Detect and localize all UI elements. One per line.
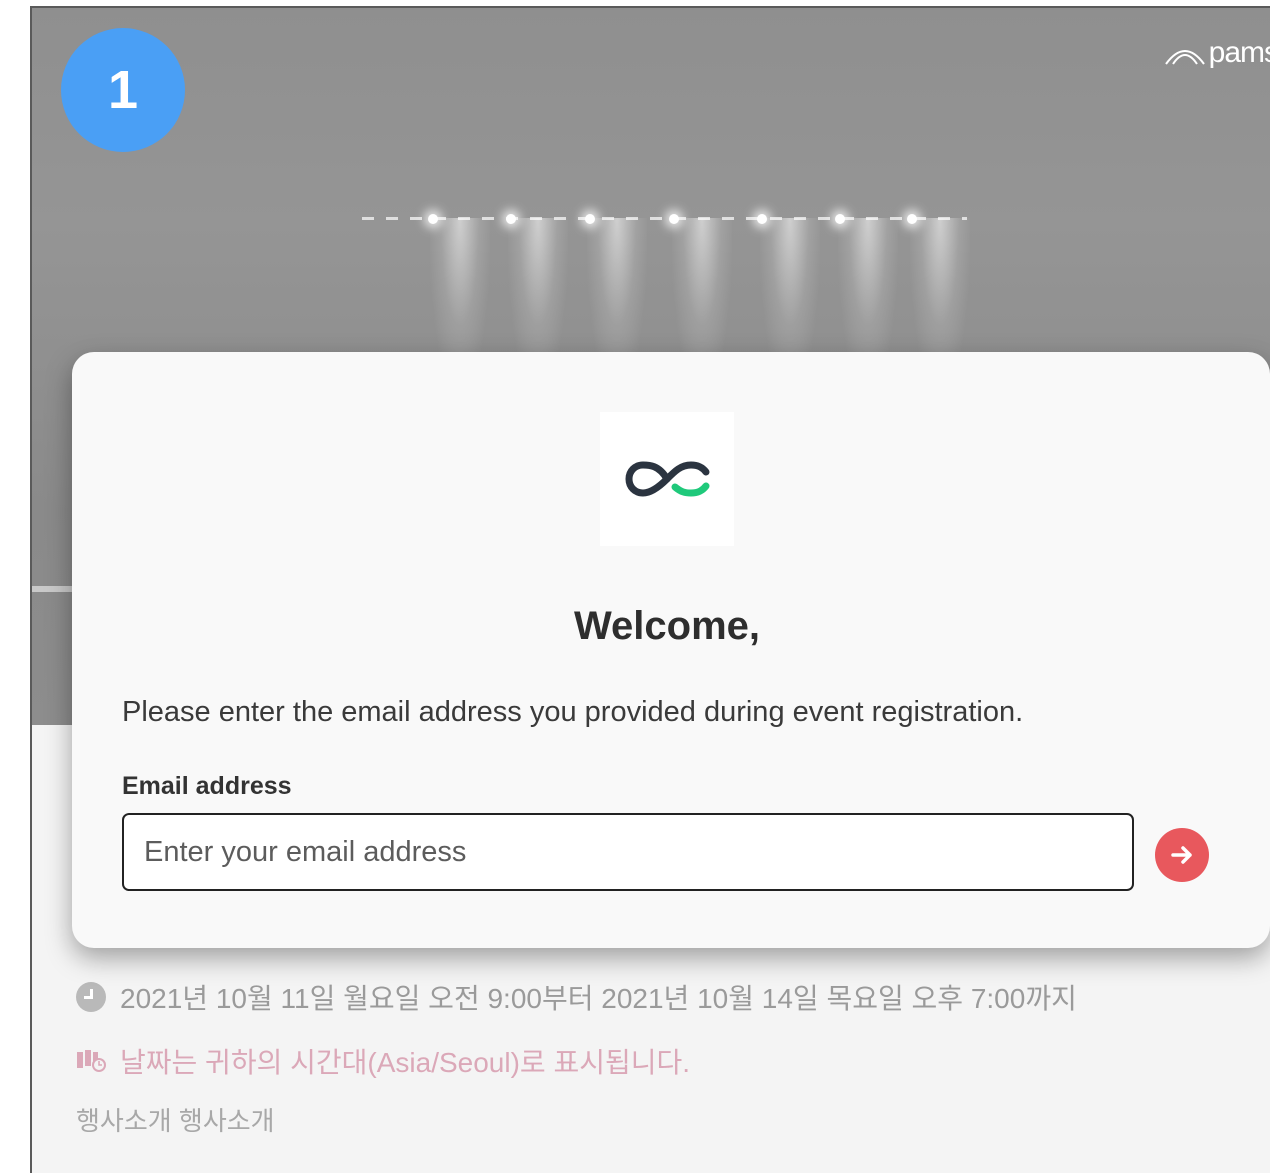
stage-light bbox=[669, 214, 679, 224]
event-date-row: 2021년 10월 11일 월요일 오전 9:00부터 2021년 10월 14… bbox=[76, 977, 1077, 1017]
clock-icon bbox=[76, 982, 106, 1012]
infinity-logo-icon bbox=[600, 412, 734, 546]
arrow-right-icon bbox=[1171, 846, 1192, 864]
stage-light bbox=[428, 214, 438, 224]
stage-light bbox=[835, 214, 845, 224]
event-description: 행사소개 행사소개 bbox=[76, 1101, 275, 1138]
step-badge: 1 bbox=[61, 28, 185, 152]
arch-icon bbox=[1164, 50, 1205, 65]
login-modal: Welcome, Please enter the email address … bbox=[72, 352, 1270, 948]
event-date-text: 2021년 10월 11일 월요일 오전 9:00부터 2021년 10월 14… bbox=[120, 983, 1077, 1014]
stage-light bbox=[757, 214, 767, 224]
email-input[interactable] bbox=[122, 813, 1134, 891]
stage-light bbox=[585, 214, 595, 224]
brand-text: pams bbox=[1208, 36, 1270, 69]
stage-light bbox=[506, 214, 516, 224]
submit-button[interactable] bbox=[1155, 828, 1209, 882]
instructions-text: Please enter the email address you provi… bbox=[122, 696, 1024, 728]
event-description-text: 행사소개 행사소개 bbox=[76, 1106, 275, 1136]
timezone-row: 날짜는 귀하의 시간대(Asia/Seoul)로 표시됩니다. bbox=[76, 1041, 690, 1081]
stage-light bbox=[907, 214, 917, 224]
welcome-title: Welcome, bbox=[574, 604, 760, 648]
map-clock-icon bbox=[77, 1050, 106, 1072]
stage-ledge bbox=[32, 586, 74, 592]
brand-logo: pams bbox=[1163, 36, 1270, 70]
email-label: Email address bbox=[122, 772, 292, 800]
logo-mark bbox=[625, 461, 710, 497]
timezone-notice: 날짜는 귀하의 시간대(Asia/Seoul)로 표시됩니다. bbox=[120, 1047, 691, 1078]
